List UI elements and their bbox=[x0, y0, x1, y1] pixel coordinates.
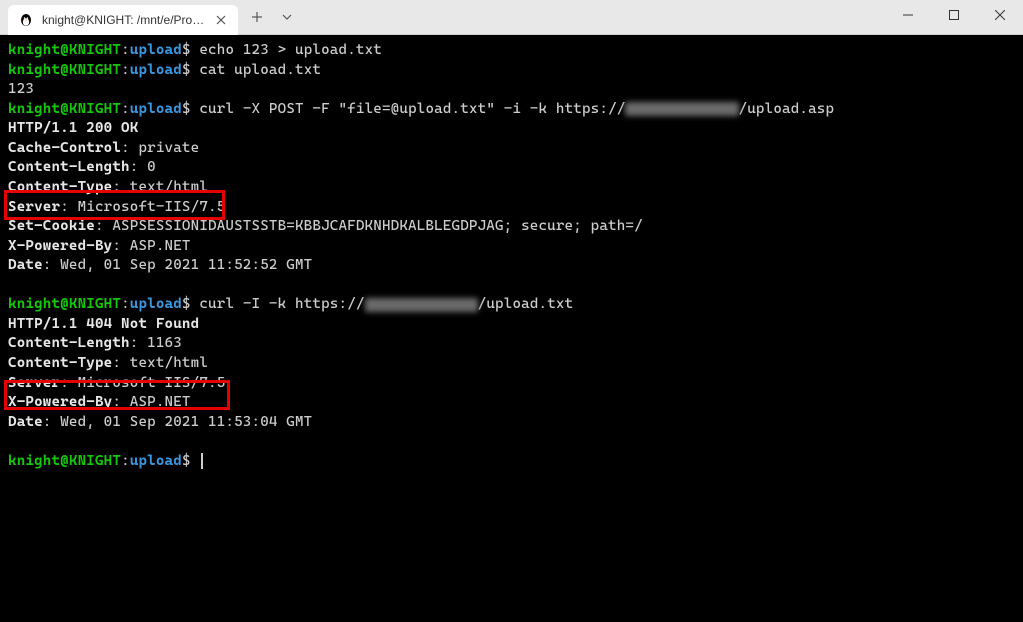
prompt-userhost: knight@KNIGHT bbox=[8, 453, 121, 469]
hdr-key: Content-Length bbox=[8, 335, 130, 351]
prompt-symbol: $ bbox=[182, 42, 191, 58]
hdr-val: : Microsoft-IIS/7.5 bbox=[60, 199, 225, 215]
http-status: HTTP/1.1 404 Not Found bbox=[8, 316, 199, 332]
http-status: HTTP/1.1 200 OK bbox=[8, 120, 138, 136]
hdr-val: : Microsoft-IIS/7.5 bbox=[60, 375, 225, 391]
terminal-wrap: knight@KNIGHT:upload$ echo 123 > upload.… bbox=[0, 35, 1023, 622]
cmd-line: echo 123 > upload.txt bbox=[199, 42, 382, 58]
titlebar: knight@KNIGHT: /mnt/e/Projec bbox=[0, 0, 1023, 35]
cursor bbox=[201, 453, 203, 469]
prompt-symbol: $ bbox=[182, 62, 191, 78]
hdr-val: : text/html bbox=[112, 355, 208, 371]
penguin-icon bbox=[18, 12, 34, 28]
hdr-val: : ASP.NET bbox=[112, 394, 190, 410]
cmd-line: curl -X POST -F "file=@upload.txt" -i -k… bbox=[199, 101, 625, 117]
hdr-key: Date bbox=[8, 414, 43, 430]
prompt-userhost: knight@KNIGHT bbox=[8, 296, 121, 312]
prompt-path: upload bbox=[130, 296, 182, 312]
prompt-symbol: $ bbox=[182, 101, 191, 117]
prompt-sep: : bbox=[121, 296, 130, 312]
hdr-val: : Wed, 01 Sep 2021 11:53:04 GMT bbox=[43, 414, 313, 430]
hdr-key: Content-Type bbox=[8, 179, 112, 195]
tabs-area: knight@KNIGHT: /mnt/e/Projec bbox=[0, 0, 302, 34]
cmd-line: curl -I -k https:// bbox=[199, 296, 364, 312]
hdr-key: Content-Length bbox=[8, 159, 130, 175]
hdr-val: : ASPSESSIONIDAUSTSSTB=KBBJCAFDKNHDKALBL… bbox=[95, 218, 643, 234]
prompt-path: upload bbox=[130, 101, 182, 117]
hdr-val: : 0 bbox=[130, 159, 156, 175]
prompt-userhost: knight@KNIGHT bbox=[8, 62, 121, 78]
hdr-val: : text/html bbox=[112, 179, 208, 195]
cmd-line: cat upload.txt bbox=[199, 62, 321, 78]
hdr-key: Server bbox=[8, 199, 60, 215]
prompt-symbol: $ bbox=[182, 453, 191, 469]
minimize-button[interactable] bbox=[885, 0, 931, 30]
hdr-val: : ASP.NET bbox=[112, 238, 190, 254]
redacted-host: xxxxxxxxxxxxx bbox=[625, 102, 738, 116]
new-tab-button[interactable] bbox=[242, 2, 272, 32]
hdr-key: Set-Cookie bbox=[8, 218, 95, 234]
hdr-val: : 1163 bbox=[130, 335, 182, 351]
prompt-userhost: knight@KNIGHT bbox=[8, 42, 121, 58]
prompt-path: upload bbox=[130, 42, 182, 58]
prompt-path: upload bbox=[130, 62, 182, 78]
prompt-sep: : bbox=[121, 62, 130, 78]
prompt-sep: : bbox=[121, 101, 130, 117]
chevron-down-icon[interactable] bbox=[272, 2, 302, 32]
tab-active[interactable]: knight@KNIGHT: /mnt/e/Projec bbox=[8, 5, 238, 35]
cmd-line: /upload.asp bbox=[739, 101, 835, 117]
hdr-key: Server bbox=[8, 375, 60, 391]
tab-title: knight@KNIGHT: /mnt/e/Projec bbox=[42, 13, 206, 27]
terminal[interactable]: knight@KNIGHT:upload$ echo 123 > upload.… bbox=[0, 35, 1023, 622]
maximize-button[interactable] bbox=[931, 0, 977, 30]
hdr-key: X-Powered-By bbox=[8, 238, 112, 254]
close-icon[interactable] bbox=[214, 13, 228, 27]
hdr-val: : Wed, 01 Sep 2021 11:52:52 GMT bbox=[43, 257, 313, 273]
window-controls bbox=[885, 0, 1023, 34]
hdr-key: Content-Type bbox=[8, 355, 112, 371]
hdr-key: X-Powered-By bbox=[8, 394, 112, 410]
close-button[interactable] bbox=[977, 0, 1023, 30]
prompt-symbol: $ bbox=[182, 296, 191, 312]
prompt-userhost: knight@KNIGHT bbox=[8, 101, 121, 117]
cmd-line: /upload.txt bbox=[478, 296, 574, 312]
prompt-path: upload bbox=[130, 453, 182, 469]
redacted-host: xxxxxxxxxxxxx bbox=[365, 298, 478, 312]
hdr-val: : private bbox=[121, 140, 199, 156]
output-line: 123 bbox=[8, 81, 34, 97]
hdr-key: Date bbox=[8, 257, 43, 273]
prompt-sep: : bbox=[121, 42, 130, 58]
prompt-sep: : bbox=[121, 453, 130, 469]
hdr-key: Cache-Control bbox=[8, 140, 121, 156]
